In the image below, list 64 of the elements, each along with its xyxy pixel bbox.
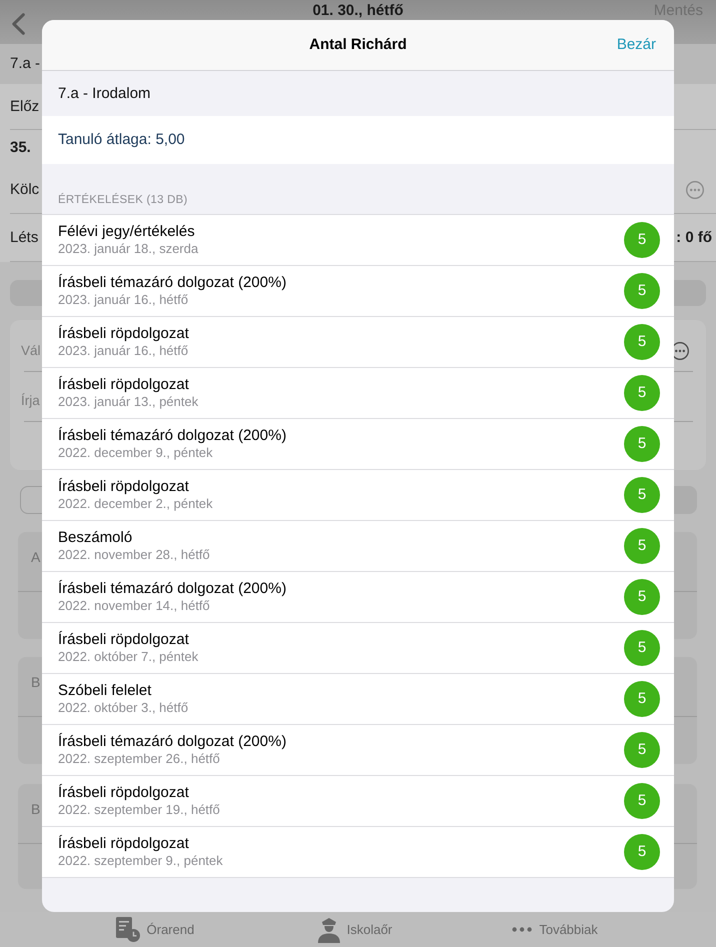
grade-title: Írásbeli röpdolgozat bbox=[58, 478, 190, 496]
grade-date: 2022. szeptember 9., péntek bbox=[58, 853, 223, 869]
grade-title: Félévi jegy/értékelés bbox=[58, 223, 196, 241]
card-letter: B bbox=[31, 801, 40, 817]
grade-badge: 5 bbox=[624, 324, 660, 360]
grade-badge: 5 bbox=[624, 426, 660, 462]
grade-date: 2022. október 7., péntek bbox=[58, 649, 198, 665]
close-button[interactable]: Bezár bbox=[616, 36, 656, 54]
section-title: 7.a - bbox=[10, 55, 40, 73]
grade-badge: 5 bbox=[624, 273, 660, 309]
more-icon bbox=[512, 927, 532, 932]
grade-badge: 5 bbox=[624, 579, 660, 615]
grade-date: 2023. január 18., szerda bbox=[58, 241, 198, 257]
back-icon bbox=[12, 13, 25, 35]
screen-title: 01. 30., hétfő bbox=[312, 2, 404, 19]
card-letter: A bbox=[31, 549, 40, 565]
grade-title: Írásbeli röpdolgozat bbox=[58, 325, 189, 343]
grade-date: 2023. január 16., hétfő bbox=[58, 343, 189, 359]
grade-title: Írásbeli röpdolgozat bbox=[58, 631, 190, 649]
grade-date: 2022. október 3., hétfő bbox=[58, 700, 188, 716]
row-label: Kölc bbox=[10, 180, 40, 198]
grade-title: Szóbeli felelet bbox=[58, 682, 152, 700]
class-subject: 7.a - Irodalom bbox=[58, 84, 151, 102]
grade-date: 2022. november 14., hétfő bbox=[58, 598, 211, 614]
tab-bar-item[interactable]: Órarend bbox=[116, 917, 194, 942]
row-label: Léts bbox=[10, 228, 38, 246]
grade-date: 2022. december 2., péntek bbox=[58, 496, 213, 512]
grade-title: Beszámoló bbox=[58, 529, 134, 547]
grade-title: Írásbeli témazáró dolgozat (200%) bbox=[58, 580, 286, 598]
row-label: Előz bbox=[10, 98, 40, 116]
grade-badge: 5 bbox=[624, 630, 660, 666]
grade-badge: 5 bbox=[624, 222, 660, 258]
row-label: 35. bbox=[10, 139, 31, 157]
guard-icon bbox=[318, 916, 340, 942]
tab-bar-item[interactable]: Továbbiak bbox=[512, 922, 598, 937]
grade-date: 2023. január 13., péntek bbox=[58, 394, 198, 410]
grade-title: Írásbeli röpdolgozat bbox=[58, 376, 190, 394]
grade-date: 2022. november 28., hétfő bbox=[58, 547, 210, 563]
input-field[interactable]: Írja bbox=[21, 392, 42, 408]
tab-bar-item[interactable]: Iskolaőr bbox=[318, 916, 392, 942]
document-clock-icon bbox=[116, 917, 140, 942]
grade-date: 2023. január 16., hétfő bbox=[58, 292, 190, 308]
back-button[interactable] bbox=[12, 13, 25, 35]
dialog-title: Antal Richárd bbox=[309, 36, 407, 54]
grade-title: Írásbeli röpdolgozat bbox=[58, 835, 190, 853]
grade-date: 2022. szeptember 26., hétfő bbox=[58, 751, 221, 767]
section-header: ÉRTÉKELÉSEK (13 DB) bbox=[58, 193, 188, 207]
grade-badge: 5 bbox=[624, 783, 660, 819]
grade-badge: 5 bbox=[624, 681, 660, 717]
grade-badge: 5 bbox=[624, 834, 660, 870]
grade-date: 2022. december 9., péntek bbox=[58, 445, 214, 461]
card-letter: B bbox=[31, 674, 40, 690]
row-value: : 0 fő bbox=[676, 228, 712, 246]
grade-title: Írásbeli röpdolgozat bbox=[58, 784, 190, 802]
grade-badge: 5 bbox=[624, 375, 660, 411]
grade-badge: 5 bbox=[624, 732, 660, 768]
grade-date: 2022. szeptember 19., hétfő bbox=[58, 802, 220, 818]
input-field[interactable]: Vál bbox=[21, 342, 42, 358]
student-average: Tanuló átlaga: 5,00 bbox=[58, 131, 185, 149]
grade-title: Írásbeli témazáró dolgozat (200%) bbox=[58, 733, 286, 751]
grade-title: Írásbeli témazáró dolgozat (200%) bbox=[58, 427, 286, 445]
grade-title: Írásbeli témazáró dolgozat (200%) bbox=[58, 274, 286, 292]
grade-badge: 5 bbox=[624, 477, 660, 513]
grade-badge: 5 bbox=[624, 528, 660, 564]
